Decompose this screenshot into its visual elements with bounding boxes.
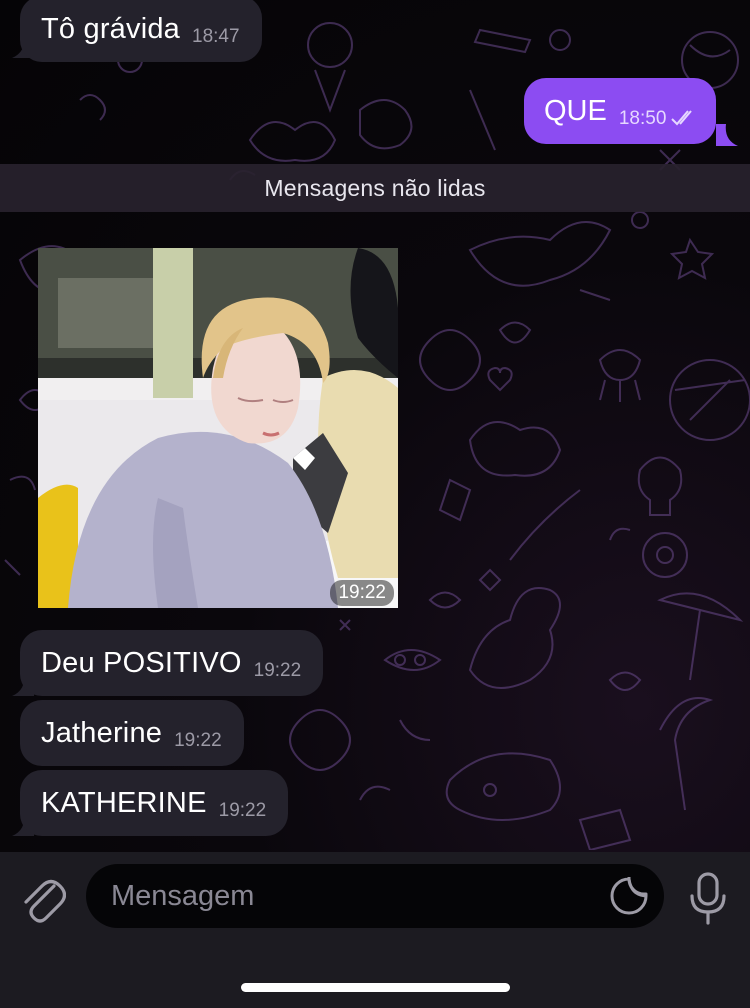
message-time: 19:22: [218, 800, 267, 821]
message-text: Tô grávida: [41, 12, 181, 45]
message-time: 18:50: [618, 108, 667, 129]
message-time: 19:22: [253, 660, 302, 681]
message-time: 18:47: [192, 26, 240, 47]
message-text: Jatherine: [41, 716, 163, 749]
message-time: 19:22: [174, 730, 222, 751]
message-composer: Mensagem: [0, 852, 750, 1008]
microphone-icon[interactable]: [688, 872, 728, 926]
read-checkmarks-icon: [671, 110, 693, 126]
message-bubble-incoming[interactable]: Deu POSITIVO 19:22: [20, 630, 324, 696]
message-text: Deu POSITIVO: [41, 646, 242, 679]
unread-messages-divider: Mensagens não lidas: [0, 164, 750, 212]
paperclip-icon[interactable]: [18, 872, 66, 924]
home-indicator[interactable]: [241, 983, 510, 992]
video-thumbnail: [38, 248, 398, 608]
bubble-tail: [716, 124, 738, 146]
video-message[interactable]: 19:22: [38, 248, 398, 608]
sticker-icon[interactable]: [610, 877, 648, 915]
message-bubble-incoming[interactable]: KATHERINE 19:22: [20, 770, 289, 836]
message-input-placeholder: Mensagem: [111, 879, 255, 912]
message-text: QUE: [544, 94, 607, 127]
message-bubble-outgoing[interactable]: QUE 18:50: [524, 78, 717, 144]
message-bubble-incoming[interactable]: Tô grávida 18:47: [20, 0, 262, 62]
video-time: 19:22: [330, 580, 394, 606]
message-text: KATHERINE: [41, 786, 207, 819]
message-input[interactable]: Mensagem: [86, 864, 664, 928]
message-bubble-incoming[interactable]: Jatherine 19:22: [20, 700, 244, 766]
chat-screen: Tô grávida 18:47 QUE 18:50 Mensagens não…: [0, 0, 750, 1008]
